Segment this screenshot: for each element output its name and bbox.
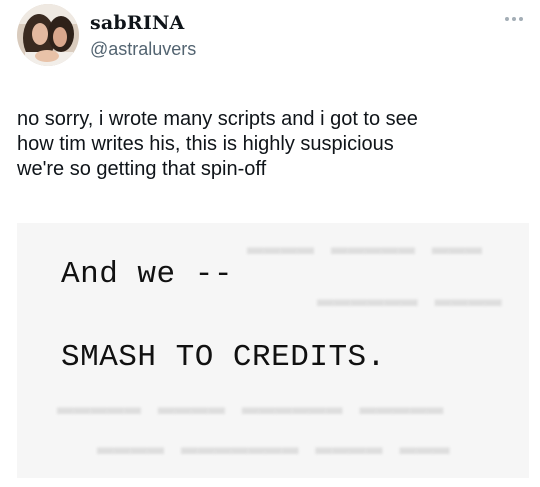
user-handle[interactable]: @astraluvers <box>90 38 196 60</box>
tweet-text-line: no sorry, i wrote many scripts and i got… <box>17 108 418 130</box>
author-names: sabRINA @astraluvers <box>90 12 196 60</box>
tweet-media-image[interactable]: ▬▬▬▬ ▬▬▬▬▬ ▬▬▬ ▬▬▬▬▬▬ ▬▬▬▬ ▬▬▬▬▬ ▬▬▬▬ ▬▬… <box>17 223 529 478</box>
profile-photo-icon <box>17 4 79 66</box>
script-line: And we -- <box>61 257 233 292</box>
tweet-text-line: how tim writes his, this is highly suspi… <box>17 133 394 155</box>
tweet-text: no sorry, i wrote many scripts and i got… <box>17 107 527 182</box>
display-name[interactable]: sabRINA <box>90 12 196 34</box>
script-line: SMASH TO CREDITS. <box>61 340 386 375</box>
tweet-text-line: we're so getting that spin-off <box>17 158 267 180</box>
avatar[interactable] <box>17 4 79 66</box>
tweet-card: sabRINA @astraluvers no sorry, i wrote m… <box>0 0 540 487</box>
more-horizontal-icon[interactable] <box>502 12 526 26</box>
